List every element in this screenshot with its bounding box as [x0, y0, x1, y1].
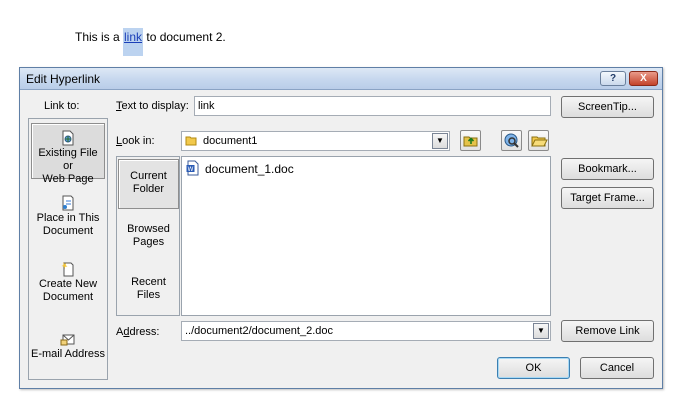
list-item[interactable]: W document_1.doc	[186, 160, 294, 176]
tab-label-line2: Pages	[132, 236, 165, 248]
look-in-value: document1	[203, 135, 258, 147]
folder-icon	[185, 136, 197, 146]
help-button[interactable]: ?	[600, 71, 626, 86]
place-label-line2: Web Page	[42, 173, 94, 185]
tab-browsed-pages[interactable]: Browsed Pages	[118, 223, 179, 257]
dialog-title: Edit Hyperlink	[26, 72, 101, 86]
browse-web-button[interactable]	[501, 130, 522, 151]
create-new-document-icon	[61, 262, 74, 277]
tab-current-folder[interactable]: Current Folder	[118, 159, 179, 209]
address-dropdown-arrow[interactable]: ▼	[533, 323, 549, 339]
up-one-folder-button[interactable]	[460, 130, 481, 151]
link-to-panel: Existing File or Web Page Place in This …	[28, 118, 108, 380]
remove-link-button[interactable]: Remove Link	[561, 320, 654, 342]
ok-button[interactable]: OK	[497, 357, 570, 379]
file-name: document_1.doc	[205, 162, 294, 176]
cancel-button[interactable]: Cancel	[580, 357, 654, 379]
tab-label-line1: Browsed	[127, 223, 170, 235]
address-combo[interactable]: ../document2/document_2.doc ▼	[181, 321, 551, 341]
document-text-line: This is a link to document 2.	[75, 28, 226, 56]
look-in-dropdown-arrow[interactable]: ▼	[432, 133, 448, 149]
tab-label-line1: Recent	[131, 276, 166, 288]
address-label: Address:	[116, 326, 160, 338]
target-frame-button[interactable]: Target Frame...	[561, 187, 654, 209]
tab-recent-files[interactable]: Recent Files	[118, 276, 179, 310]
email-address-icon	[60, 334, 75, 346]
browse-file-icon	[531, 136, 548, 147]
edit-hyperlink-dialog: Edit Hyperlink ? X Link to: Text to disp…	[19, 67, 663, 389]
document-hyperlink[interactable]: link	[123, 28, 144, 56]
screentip-button[interactable]: ScreenTip...	[561, 96, 654, 118]
close-button[interactable]: X	[629, 71, 658, 86]
address-value: ../document2/document_2.doc	[185, 325, 333, 337]
tab-label-line2: Files	[136, 289, 161, 301]
svg-text:W: W	[188, 166, 194, 173]
existing-file-icon	[62, 130, 74, 146]
text-to-display-label: Text to display:	[116, 100, 189, 112]
place-label-line1: Create New	[38, 278, 98, 290]
place-in-document-icon	[62, 195, 74, 211]
link-to-create-new-document[interactable]: Create New Document	[31, 261, 105, 305]
look-in-label: Look in:	[116, 135, 155, 147]
up-one-folder-icon	[463, 136, 478, 147]
link-to-existing-file[interactable]: Existing File or Web Page	[31, 123, 105, 185]
place-label-line2: Document	[42, 225, 94, 237]
place-label-line1: Place in This	[36, 212, 100, 224]
place-label-line1: Existing File or	[38, 147, 98, 172]
word-document-icon: W	[186, 160, 199, 176]
link-to-email-address[interactable]: E-mail Address	[31, 331, 105, 367]
dialog-titlebar[interactable]: Edit Hyperlink ? X	[20, 68, 662, 90]
link-to-place-in-document[interactable]: Place in This Document	[31, 195, 105, 239]
link-to-label: Link to:	[44, 100, 80, 112]
browse-web-icon	[504, 133, 519, 148]
browse-side-tabs: Current Folder Browsed Pages Recent File…	[116, 156, 180, 316]
document-text-before: This is a	[75, 30, 124, 44]
tab-label-line2: Folder	[132, 183, 165, 195]
browse-file-button[interactable]	[528, 130, 549, 151]
place-label-line1: E-mail Address	[31, 348, 105, 360]
tab-label-line1: Current	[130, 170, 167, 182]
document-text-after: to document 2.	[143, 30, 226, 44]
text-to-display-input[interactable]: link	[194, 96, 551, 116]
file-list[interactable]: W document_1.doc	[181, 156, 551, 316]
bookmark-button[interactable]: Bookmark...	[561, 158, 654, 180]
look-in-combo[interactable]: document1 ▼	[181, 131, 450, 151]
place-label-line2: Document	[42, 291, 94, 303]
